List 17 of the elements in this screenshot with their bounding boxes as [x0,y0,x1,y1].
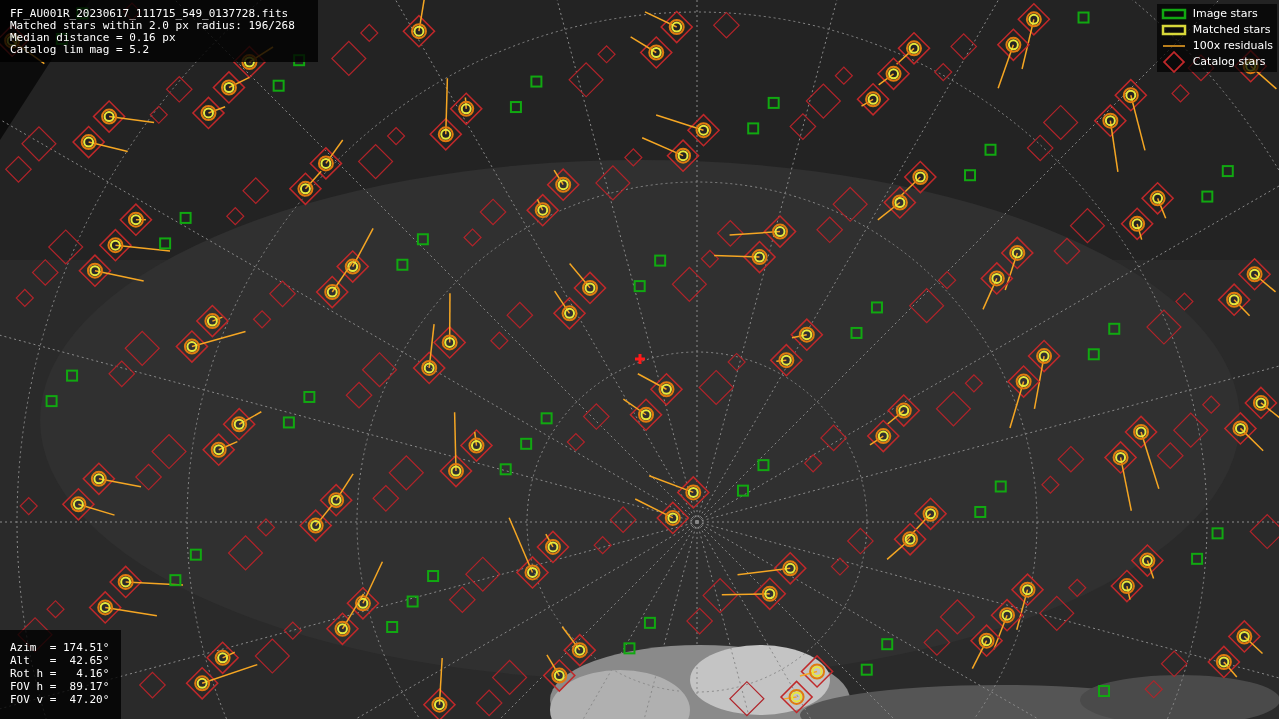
legend-label: Catalog stars [1192,53,1266,70]
rectangle-icon [1160,24,1187,36]
pointing-text: Rot h = 4.16° [10,667,111,680]
diamond-icon [1160,51,1187,73]
info-text: Matched stars within 2.0 px radius: 196/268 [10,20,296,32]
info-text: Median distance = 0.16 px [10,32,177,44]
pointing-text: FOV v = 47.20° [10,693,111,706]
legend-label: Image stars [1192,5,1258,22]
info-text: FF_AU001R_20230617_111715_549_0137728.fits [10,8,290,20]
pointing-text: FOV h = 89.17° [10,680,111,693]
pointing-text: Alt = 42.65° [10,654,111,667]
legend-label: 100x residuals [1192,37,1273,54]
legend-label: Matched stars [1192,21,1271,38]
info-text: Catalog lim mag = 5.2 [10,44,151,56]
rectangle-icon [1160,8,1187,20]
pointing-text: Azim = 174.51° [10,641,111,654]
line-icon [1160,44,1187,48]
